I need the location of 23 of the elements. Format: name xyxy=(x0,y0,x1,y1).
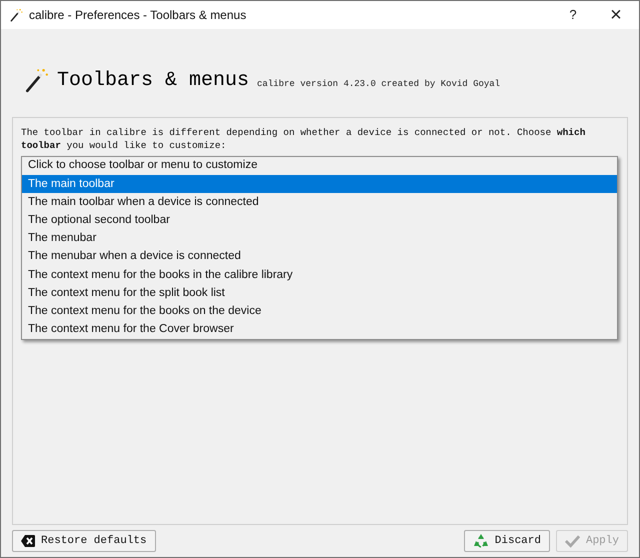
wand-icon xyxy=(23,67,49,93)
restore-button[interactable]: Restore defaults xyxy=(12,530,156,552)
dropdown-item[interactable]: The optional second toolbar xyxy=(22,212,617,230)
help-button[interactable]: ? xyxy=(553,5,593,25)
wand-icon xyxy=(9,8,23,22)
dropdown-item[interactable]: The context menu for the books in the calibre library xyxy=(22,266,617,284)
page-title: Toolbars & menus xyxy=(57,71,250,91)
check-icon xyxy=(565,534,580,548)
dropdown-item[interactable]: The main toolbar when a device is connected xyxy=(22,193,617,212)
dropdown-item[interactable]: The menubar xyxy=(22,230,617,248)
dropdown-item[interactable]: Click to choose toolbar or menu to customize xyxy=(22,157,617,176)
delete-icon xyxy=(21,535,35,547)
discard-button[interactable]: Discard xyxy=(464,530,550,552)
dropdown-item[interactable]: The main toolbar xyxy=(22,175,617,194)
dropdown-item[interactable]: The context menu for the books on the device xyxy=(22,302,617,321)
description-text: The toolbar in calibre is different depending on whether a device is connected or not. Choose which toolbar you would like to customize: xyxy=(21,126,586,152)
recycle-icon xyxy=(472,533,489,549)
close-button[interactable]: × xyxy=(593,5,639,25)
dropdown-item[interactable]: The context menu for the split book list xyxy=(22,284,617,302)
version-text: calibre version 4.23.0 created by Kovid Goyal xyxy=(257,78,500,90)
dropdown-item[interactable]: The menubar when a device is connected xyxy=(22,248,617,266)
window-title: calibre - Preferences - Toolbars & menus xyxy=(29,7,246,24)
dropdown-item[interactable]: The context menu for the Cover browser xyxy=(22,320,617,339)
